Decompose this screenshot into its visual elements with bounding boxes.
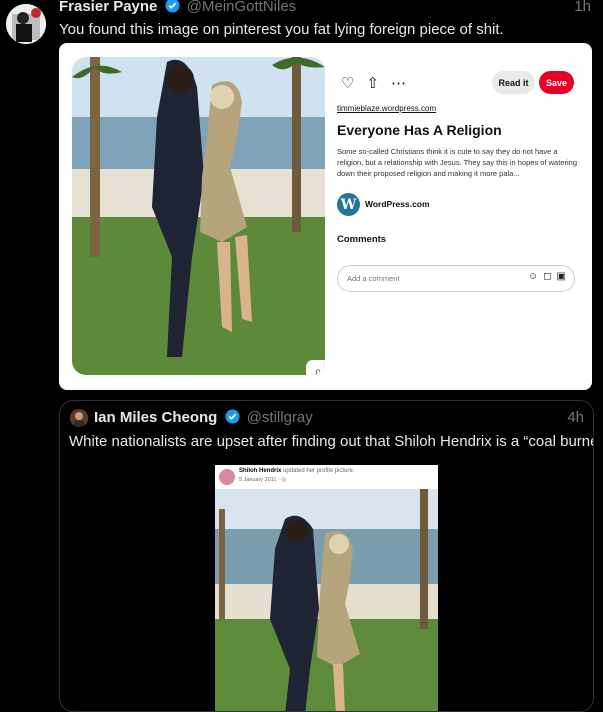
comment-placeholder: Add a comment bbox=[347, 274, 400, 283]
image-icon[interactable]: ▣ bbox=[557, 271, 566, 282]
tweet-header: Frasier Payne @MeinGottNiles bbox=[59, 0, 296, 15]
quoted-author-name[interactable]: Ian Miles Cheong bbox=[94, 409, 217, 426]
globe-icon: ◎ bbox=[281, 477, 287, 483]
sticker-icon[interactable]: ◻ bbox=[543, 271, 551, 282]
quoted-timestamp[interactable]: 4h bbox=[567, 409, 584, 426]
read-it-button[interactable]: Read it bbox=[492, 71, 535, 94]
fb-date: 5 January 2011 · ◎ bbox=[239, 477, 286, 483]
pin-action-icons: ♡ ⇧ ⋯ bbox=[341, 74, 406, 92]
quoted-tweet[interactable]: Ian Miles Cheong @stillgray 4h White nat… bbox=[59, 400, 594, 712]
heart-icon[interactable]: ♡ bbox=[341, 74, 354, 92]
user-avatar[interactable] bbox=[6, 4, 46, 44]
fb-avatar bbox=[219, 469, 235, 485]
quoted-header: Ian Miles Cheong @stillgray bbox=[94, 409, 313, 426]
fb-post-header: Shiloh Hendrix updated her profile pictu… bbox=[239, 468, 354, 474]
quoted-avatar[interactable] bbox=[70, 409, 88, 427]
pin-title: Everyone Has A Religion bbox=[337, 122, 502, 138]
author-name[interactable]: Frasier Payne bbox=[59, 0, 157, 15]
pin-description: Some so-called Christians think it is cu… bbox=[337, 147, 577, 178]
comments-heading: Comments bbox=[337, 234, 387, 245]
comment-input[interactable]: Add a comment ☺ ◻ ▣ bbox=[337, 265, 575, 292]
fb-action: updated her profile picture. bbox=[281, 468, 355, 474]
fb-photo bbox=[215, 489, 438, 711]
more-icon[interactable]: ⋯ bbox=[391, 74, 406, 92]
fb-date-text: 5 January 2011 · bbox=[239, 477, 282, 483]
pin-source-link[interactable]: timmieblaze.wordpress.com bbox=[337, 104, 436, 113]
share-icon[interactable]: ⇧ bbox=[366, 74, 379, 92]
tweet-text: You found this image on pinterest you fa… bbox=[59, 21, 504, 38]
quoted-text: White nationalists are upset after findi… bbox=[69, 433, 594, 450]
tweet-timestamp[interactable]: 1h bbox=[574, 0, 591, 15]
pin-source-name[interactable]: WordPress.com bbox=[365, 199, 430, 209]
verified-badge-icon bbox=[165, 0, 180, 13]
quoted-author-handle[interactable]: @stillgray bbox=[247, 409, 313, 426]
comment-tools: ☺ ◻ ▣ bbox=[528, 271, 566, 282]
pin-photo[interactable]: ⌕ bbox=[72, 57, 325, 375]
fb-name: Shiloh Hendrix bbox=[239, 468, 282, 474]
wordpress-logo-icon[interactable]: W bbox=[337, 193, 360, 216]
pinterest-screenshot[interactable]: ⌕ ♡ ⇧ ⋯ Read it Save timmieblaze.wordpre… bbox=[59, 43, 592, 390]
verified-badge-icon bbox=[225, 409, 240, 424]
facebook-screenshot[interactable]: Shiloh Hendrix updated her profile pictu… bbox=[215, 465, 438, 711]
visual-search-icon[interactable]: ⌕ bbox=[306, 360, 325, 375]
author-handle[interactable]: @MeinGottNiles bbox=[187, 0, 296, 15]
emoji-icon[interactable]: ☺ bbox=[528, 271, 538, 282]
save-button[interactable]: Save bbox=[539, 71, 574, 94]
